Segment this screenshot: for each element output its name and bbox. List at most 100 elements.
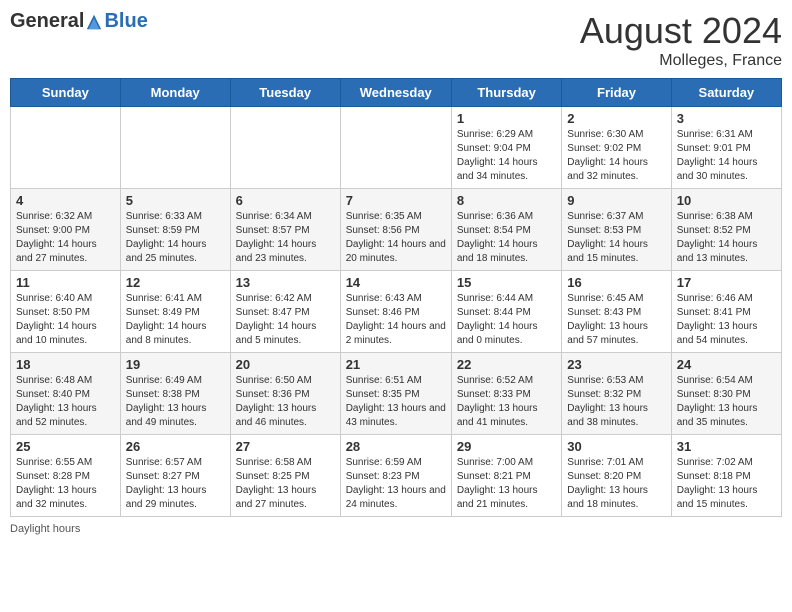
day-cell: 29 Sunrise: 7:00 AMSunset: 8:21 PMDayligh…	[451, 435, 561, 517]
day-number: 13	[236, 275, 335, 290]
col-header-wednesday: Wednesday	[340, 79, 451, 107]
day-info: Sunrise: 6:37 AMSunset: 8:53 PMDaylight:…	[567, 210, 665, 266]
day-cell: 5Sunrise: 6:33 AMSunset: 8:59 PMDaylight…	[120, 189, 230, 271]
day-cell: 18Sunrise: 6:48 AMSunset: 8:40 PMDayligh…	[11, 353, 121, 435]
daylight-label: Daylight hours	[10, 523, 80, 535]
day-info: Sunrise: 6:31 AMSunset: 9:01 PMDaylight:…	[677, 128, 776, 184]
day-number: 11	[16, 275, 115, 290]
day-info: Sunrise: 6:53 AMSunset: 8:32 PMDaylight:…	[567, 374, 665, 430]
day-info: Sunrise: 7:02 AMSunset: 8:18 PMDaylight:…	[677, 456, 776, 512]
logo-icon	[85, 13, 103, 31]
day-info: Sunrise: 6:49 AMSunset: 8:38 PMDaylight:…	[126, 374, 225, 430]
day-number: 17	[677, 275, 776, 290]
week-row: 18Sunrise: 6:48 AMSunset: 8:40 PMDayligh…	[11, 353, 782, 435]
day-cell: 8 Sunrise: 6:36 AMSunset: 8:54 PMDaylight…	[451, 189, 561, 271]
day-info: Sunrise: 6:30 AMSunset: 9:02 PMDaylight:…	[567, 128, 665, 184]
day-info: Sunrise: 7:00 AMSunset: 8:21 PMDaylight:…	[457, 456, 556, 512]
day-info: Sunrise: 6:32 AMSunset: 9:00 PMDaylight:…	[16, 210, 115, 266]
footer: Daylight hours	[10, 523, 782, 535]
day-cell: 1Sunrise: 6:29 AMSunset: 9:04 PMDaylight…	[451, 107, 561, 189]
day-number: 20	[236, 357, 335, 372]
day-cell	[120, 107, 230, 189]
col-header-monday: Monday	[120, 79, 230, 107]
calendar-body: 1Sunrise: 6:29 AMSunset: 9:04 PMDaylight…	[11, 107, 782, 517]
day-info: Sunrise: 6:41 AMSunset: 8:49 PMDaylight:…	[126, 292, 225, 348]
day-info: Sunrise: 6:44 AMSunset: 8:44 PMDaylight:…	[457, 292, 556, 348]
page-header: General Blue August 2024 Molleges, Franc…	[10, 10, 782, 70]
day-cell: 6 Sunrise: 6:34 AMSunset: 8:57 PMDaylight…	[230, 189, 340, 271]
col-header-sunday: Sunday	[11, 79, 121, 107]
day-number: 29	[457, 439, 556, 454]
day-cell: 26Sunrise: 6:57 AMSunset: 8:27 PMDayligh…	[120, 435, 230, 517]
day-number: 15	[457, 275, 556, 290]
day-number: 8	[457, 193, 556, 208]
day-number: 25	[16, 439, 115, 454]
calendar-header: SundayMondayTuesdayWednesdayThursdayFrid…	[11, 79, 782, 107]
month-year: August 2024	[580, 10, 782, 52]
day-cell: 2Sunrise: 6:30 AMSunset: 9:02 PMDaylight…	[562, 107, 671, 189]
day-number: 9	[567, 193, 665, 208]
day-number: 7	[346, 193, 446, 208]
day-cell: 23Sunrise: 6:53 AMSunset: 8:32 PMDayligh…	[562, 353, 671, 435]
week-row: 1Sunrise: 6:29 AMSunset: 9:04 PMDaylight…	[11, 107, 782, 189]
day-info: Sunrise: 6:38 AMSunset: 8:52 PMDaylight:…	[677, 210, 776, 266]
day-cell: 4 Sunrise: 6:32 AMSunset: 9:00 PMDaylight…	[11, 189, 121, 271]
day-number: 16	[567, 275, 665, 290]
day-info: Sunrise: 6:45 AMSunset: 8:43 PMDaylight:…	[567, 292, 665, 348]
day-cell: 31 Sunrise: 7:02 AMSunset: 8:18 PMDayligh…	[671, 435, 781, 517]
day-cell: 3 Sunrise: 6:31 AMSunset: 9:01 PMDaylight…	[671, 107, 781, 189]
col-header-tuesday: Tuesday	[230, 79, 340, 107]
location: Molleges, France	[580, 52, 782, 70]
col-header-friday: Friday	[562, 79, 671, 107]
day-number: 12	[126, 275, 225, 290]
day-cell	[340, 107, 451, 189]
logo-blue: Blue	[104, 10, 147, 33]
day-cell: 15 Sunrise: 6:44 AMSunset: 8:44 PMDayligh…	[451, 271, 561, 353]
day-cell: 11 Sunrise: 6:40 AMSunset: 8:50 PMDayligh…	[11, 271, 121, 353]
day-cell: 27 Sunrise: 6:58 AMSunset: 8:25 PMDayligh…	[230, 435, 340, 517]
day-info: Sunrise: 6:51 AMSunset: 8:35 PMDaylight:…	[346, 374, 446, 430]
day-cell: 20Sunrise: 6:50 AMSunset: 8:36 PMDayligh…	[230, 353, 340, 435]
day-info: Sunrise: 6:29 AMSunset: 9:04 PMDaylight:…	[457, 128, 556, 184]
day-number: 24	[677, 357, 776, 372]
day-cell: 28 Sunrise: 6:59 AMSunset: 8:23 PMDayligh…	[340, 435, 451, 517]
day-cell: 13 Sunrise: 6:42 AMSunset: 8:47 PMDayligh…	[230, 271, 340, 353]
day-info: Sunrise: 6:59 AMSunset: 8:23 PMDaylight:…	[346, 456, 446, 512]
day-cell: 30 Sunrise: 7:01 AMSunset: 8:20 PMDayligh…	[562, 435, 671, 517]
title-block: August 2024 Molleges, France	[580, 10, 782, 70]
day-number: 4	[16, 193, 115, 208]
week-row: 11 Sunrise: 6:40 AMSunset: 8:50 PMDayligh…	[11, 271, 782, 353]
day-info: Sunrise: 6:48 AMSunset: 8:40 PMDaylight:…	[16, 374, 115, 430]
day-info: Sunrise: 6:54 AMSunset: 8:30 PMDaylight:…	[677, 374, 776, 430]
day-number: 3	[677, 111, 776, 126]
day-info: Sunrise: 6:34 AMSunset: 8:57 PMDaylight:…	[236, 210, 335, 266]
day-cell: 16 Sunrise: 6:45 AMSunset: 8:43 PMDayligh…	[562, 271, 671, 353]
day-info: Sunrise: 6:43 AMSunset: 8:46 PMDaylight:…	[346, 292, 446, 348]
day-cell	[230, 107, 340, 189]
day-number: 31	[677, 439, 776, 454]
day-cell: 21 Sunrise: 6:51 AMSunset: 8:35 PMDayligh…	[340, 353, 451, 435]
day-number: 21	[346, 357, 446, 372]
day-number: 28	[346, 439, 446, 454]
day-cell: 22Sunrise: 6:52 AMSunset: 8:33 PMDayligh…	[451, 353, 561, 435]
day-info: Sunrise: 6:40 AMSunset: 8:50 PMDaylight:…	[16, 292, 115, 348]
day-number: 30	[567, 439, 665, 454]
day-info: Sunrise: 7:01 AMSunset: 8:20 PMDaylight:…	[567, 456, 665, 512]
header-row: SundayMondayTuesdayWednesdayThursdayFrid…	[11, 79, 782, 107]
day-cell: 9 Sunrise: 6:37 AMSunset: 8:53 PMDaylight…	[562, 189, 671, 271]
day-info: Sunrise: 6:42 AMSunset: 8:47 PMDaylight:…	[236, 292, 335, 348]
day-cell: 12 Sunrise: 6:41 AMSunset: 8:49 PMDayligh…	[120, 271, 230, 353]
day-info: Sunrise: 6:55 AMSunset: 8:28 PMDaylight:…	[16, 456, 115, 512]
col-header-thursday: Thursday	[451, 79, 561, 107]
day-cell	[11, 107, 121, 189]
day-cell: 19Sunrise: 6:49 AMSunset: 8:38 PMDayligh…	[120, 353, 230, 435]
day-info: Sunrise: 6:33 AMSunset: 8:59 PMDaylight:…	[126, 210, 225, 266]
day-number: 6	[236, 193, 335, 208]
day-info: Sunrise: 6:35 AMSunset: 8:56 PMDaylight:…	[346, 210, 446, 266]
day-cell: 24 Sunrise: 6:54 AMSunset: 8:30 PMDayligh…	[671, 353, 781, 435]
day-info: Sunrise: 6:58 AMSunset: 8:25 PMDaylight:…	[236, 456, 335, 512]
week-row: 4 Sunrise: 6:32 AMSunset: 9:00 PMDaylight…	[11, 189, 782, 271]
day-number: 27	[236, 439, 335, 454]
day-info: Sunrise: 6:36 AMSunset: 8:54 PMDaylight:…	[457, 210, 556, 266]
day-number: 14	[346, 275, 446, 290]
